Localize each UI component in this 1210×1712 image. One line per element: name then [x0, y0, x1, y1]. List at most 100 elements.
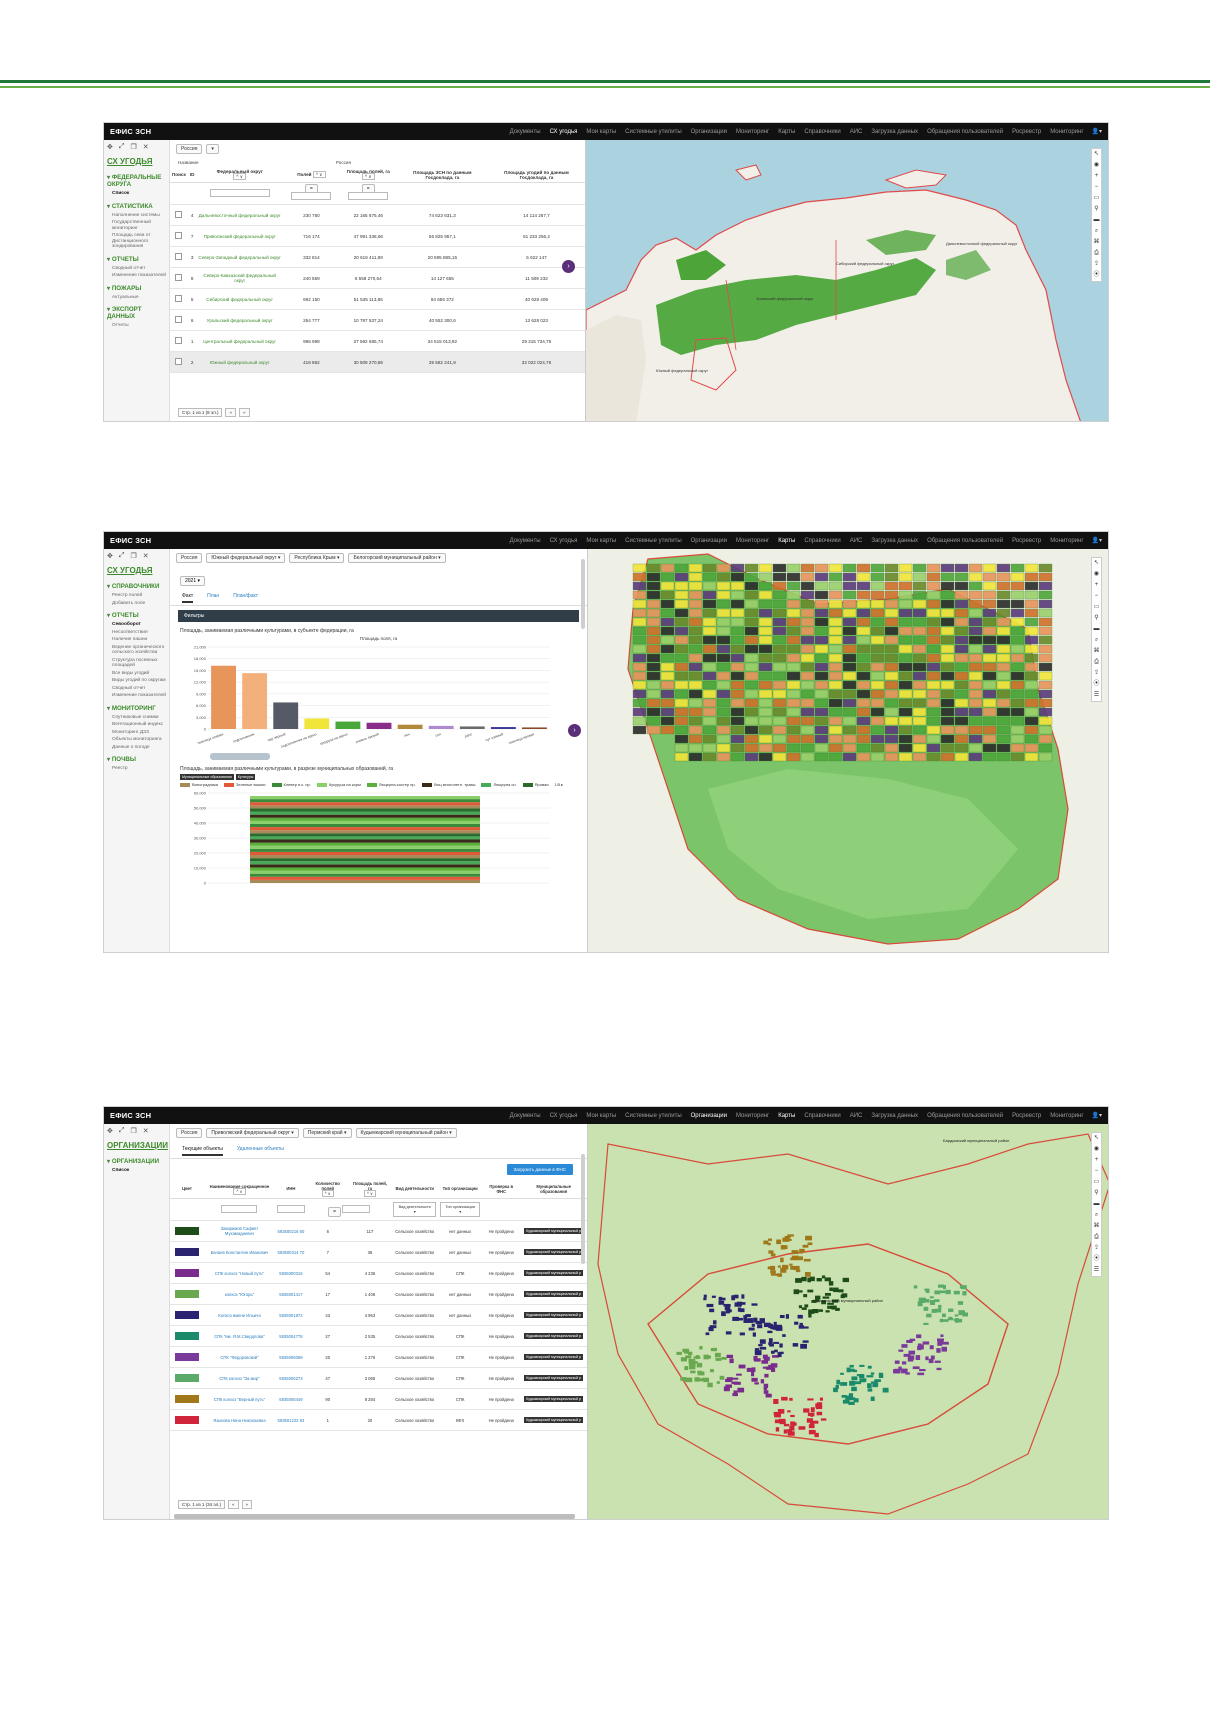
cell-inn-link[interactable]: 5935001872: [274, 1304, 307, 1326]
inn-filter-input[interactable]: [276, 1205, 305, 1213]
nav-item[interactable]: Обращения пользователей: [927, 1113, 1003, 1119]
map-russia[interactable]: Сибирский федеральный округ Дальневосточ…: [586, 140, 1108, 421]
nav-item[interactable]: Карты: [778, 1113, 795, 1119]
window-icon[interactable]: ❐: [130, 143, 136, 153]
legend-item[interactable]: Зеленые вишни: [224, 782, 266, 787]
bookmark-icon[interactable]: ⌘: [1094, 646, 1100, 657]
table-row[interactable]: СПК "Федоровский" 5935006069 20 1 276 Сельск…: [170, 1346, 587, 1368]
map-kudymkar-organizations[interactable]: Кудымкарский муниципальный район Бардымск…: [588, 1124, 1108, 1519]
cell-inn-link[interactable]: 5935006273: [274, 1367, 307, 1389]
user-icon[interactable]: 👤▾: [1092, 537, 1102, 544]
sidebar-item[interactable]: Государственный мониторинг: [112, 220, 166, 231]
location-icon[interactable]: ⦿: [1093, 1254, 1099, 1265]
table-row[interactable]: СПК колхоз "Верный путь" 5935006449 90 8 28…: [170, 1388, 587, 1410]
breadcrumb-item[interactable]: Россия: [176, 553, 203, 563]
table-row[interactable]: Языкова Нина Николаевна 593501222 93 1 20 Се…: [170, 1409, 587, 1431]
legend-item[interactable]: Люц многолетн. травы: [421, 782, 475, 787]
pointer-icon[interactable]: ↖: [1094, 149, 1099, 160]
nav-item[interactable]: Загрузка данных: [871, 1113, 918, 1119]
col-inn[interactable]: ИНН: [274, 1179, 307, 1199]
table-row[interactable]: 1 Центральный федеральный округ 995 998 27 …: [170, 330, 585, 352]
breadcrumb-item[interactable]: Кудымкарский муниципальный район ▾: [355, 1128, 457, 1138]
row-checkbox[interactable]: [175, 253, 183, 260]
row-checkbox-cell[interactable]: [170, 204, 188, 226]
table-row[interactable]: Колхоз имени Ильича 5935001872 43 4 953 Сель…: [170, 1304, 587, 1326]
sidebar-section[interactable]: ▾ ПОЧВЫ: [107, 756, 166, 763]
expand-side-button[interactable]: ›: [562, 260, 575, 273]
sidebar-section[interactable]: ▾ ОРГАНИЗАЦИИ: [107, 1158, 166, 1165]
search-icon[interactable]: ⌕: [1095, 226, 1098, 237]
cell-org-name-link[interactable]: СПК колхоз "За мир": [204, 1367, 275, 1389]
layers-icon[interactable]: ◉: [1094, 569, 1099, 580]
cell-org-name-link[interactable]: СПК "Федоровский": [204, 1346, 275, 1368]
cell-inn-link[interactable]: 593500314 70: [274, 1241, 307, 1263]
nav-item[interactable]: Организации: [691, 1113, 727, 1119]
sidebar-section[interactable]: ▾ ОТЧЕТЫ: [107, 256, 166, 263]
col-fields-area[interactable]: Площадь полей, га ^ ∨: [348, 1179, 392, 1199]
pointer-icon[interactable]: ↖: [1094, 1133, 1099, 1144]
col-district[interactable]: Федеральный округ ^ ∨: [196, 167, 283, 183]
row-checkbox[interactable]: [175, 211, 183, 218]
search-icon[interactable]: ⌕: [1095, 1210, 1098, 1221]
cell-inn-link[interactable]: 5935001417: [274, 1283, 307, 1305]
sidebar-section[interactable]: ▾ ФЕДЕРАЛЬНЫЕ ОКРУГА: [107, 174, 166, 188]
expand-icon[interactable]: ⤢: [119, 143, 125, 153]
fields-filter-input[interactable]: [291, 192, 332, 200]
year-select[interactable]: 2021 ▾: [180, 576, 206, 586]
expand-icon[interactable]: ⤢: [119, 552, 125, 562]
sidebar-section[interactable]: ▾ ЭКСПОРТ ДАННЫХ: [107, 306, 166, 320]
cell-inn-link[interactable]: 5935006449: [274, 1388, 307, 1410]
move-icon[interactable]: ✥: [107, 143, 113, 153]
pager-prev[interactable]: «: [227, 1500, 239, 1509]
nav-item[interactable]: Справочники: [804, 1113, 840, 1119]
tab[interactable]: Факт: [182, 591, 194, 603]
table-row[interactable]: СПК "им. Я.М.Свердлова" 5935004778 27 2 535…: [170, 1325, 587, 1347]
nav-item[interactable]: Мои карты: [586, 538, 616, 544]
col-municipal[interactable]: Муниципальные образования: [520, 1179, 587, 1199]
sidebar-item[interactable]: Наполнение системы: [112, 213, 166, 219]
cell-district-link[interactable]: Дальневосточный федеральный округ: [196, 204, 283, 226]
table-row[interactable]: Закиримов Сафият Мухамадиевич 593500216 6…: [170, 1220, 587, 1242]
legend-item[interactable]: Люцерна сн.: [481, 782, 517, 787]
row-checkbox[interactable]: [175, 337, 183, 344]
row-checkbox[interactable]: [175, 358, 183, 365]
nav-item[interactable]: Организации: [691, 538, 727, 544]
cell-district-link[interactable]: Северо-Западный федеральный округ: [196, 246, 283, 268]
row-checkbox-cell[interactable]: [170, 309, 188, 331]
close-icon[interactable]: ✕: [143, 1127, 149, 1137]
sidebar-item[interactable]: Список: [112, 1168, 166, 1174]
fields-filter-input[interactable]: [342, 1204, 371, 1213]
sidebar-item[interactable]: Реестр полей: [112, 593, 166, 599]
layers-icon[interactable]: ◉: [1094, 160, 1099, 171]
cell-org-name-link[interactable]: Языкова Нина Николаевна: [204, 1409, 275, 1431]
sidebar-item[interactable]: Ведение органического сельского хозяйств…: [112, 645, 166, 656]
area-icon[interactable]: ▬: [1094, 215, 1100, 226]
area-icon[interactable]: ▬: [1094, 1199, 1100, 1210]
sidebar-title[interactable]: ОРГАНИЗАЦИИ: [107, 1141, 168, 1150]
sidebar-item[interactable]: Объекты мониторинга: [112, 737, 166, 743]
legend-item[interactable]: Клевер н.к. пр.: [271, 782, 311, 787]
cell-district-link[interactable]: Центральный федеральный округ: [196, 330, 283, 352]
zoom-in-icon[interactable]: +: [1095, 580, 1099, 591]
table-row[interactable]: 4 Дальневосточный федеральный округ 230 76…: [170, 204, 585, 226]
nav-item[interactable]: Обращения пользователей: [927, 129, 1003, 135]
pager-prev[interactable]: «: [225, 408, 236, 417]
sidebar-item[interactable]: Все виды угодий: [112, 671, 166, 677]
col-fields[interactable]: Полей ^ ∨: [282, 167, 340, 183]
print-icon[interactable]: ⎙: [1094, 1232, 1099, 1243]
tab[interactable]: План: [207, 591, 219, 603]
nav-item[interactable]: Мониторинг: [736, 538, 769, 544]
breadcrumb-item[interactable]: Россия: [176, 1128, 203, 1138]
nav-item[interactable]: Обращения пользователей: [927, 538, 1003, 544]
sidebar-item[interactable]: Несоответствия: [112, 630, 166, 636]
col-activity[interactable]: Вид деятельности: [391, 1179, 439, 1199]
sidebar-item[interactable]: Площадь сева от Дистанционного зондирова…: [112, 233, 166, 250]
table-row[interactable]: 6 Уральский федеральный округ 264 777 10 78…: [170, 309, 585, 331]
row-checkbox-cell[interactable]: [170, 267, 188, 289]
sidebar-item[interactable]: Наличие пашни: [112, 637, 166, 643]
nav-item[interactable]: Мониторинг: [736, 129, 769, 135]
cell-district-link[interactable]: Приволжский федеральный округ: [196, 225, 283, 247]
pin-icon[interactable]: ⚲: [1094, 613, 1098, 624]
sidebar-item[interactable]: Виды угодий по округам: [112, 678, 166, 684]
breadcrumb-item[interactable]: Белогорский муниципальный район ▾: [348, 553, 446, 563]
